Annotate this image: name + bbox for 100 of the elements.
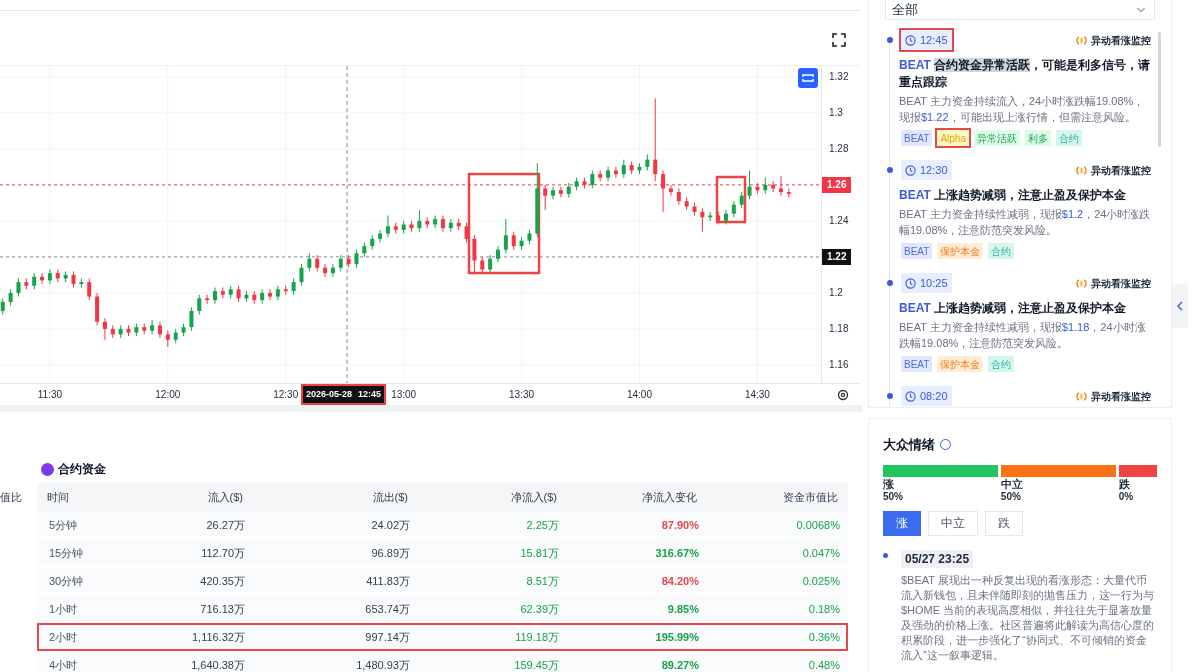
column-header: 资金市值比 <box>782 489 838 505</box>
price-axis-label: 1.16 <box>829 359 849 371</box>
table-cell-text: 8.51万 <box>525 573 559 589</box>
table-cell-text: 2.25万 <box>525 517 559 533</box>
candlestick <box>653 97 658 182</box>
column-header: 净流入变化 <box>641 489 697 505</box>
signal-icon <box>1076 34 1087 46</box>
candlestick <box>268 288 273 301</box>
candlestick <box>700 207 705 233</box>
candlestick <box>433 214 438 229</box>
column-header: 流入($) <box>206 489 243 505</box>
alert-body: BEAT 主力资金持续流入，24小时涨跌幅19.08%，现报$1.22，可能出现上涨行情，但需注意风险。 <box>899 94 1146 125</box>
sentiment-percent: 50% <box>1000 490 1022 503</box>
candlestick <box>354 249 359 269</box>
candlestick <box>323 263 328 278</box>
clock-icon <box>905 277 916 289</box>
candlestick <box>440 214 445 233</box>
table-cell-text: 716.13万 <box>199 601 245 617</box>
tag: 保护本金 <box>935 241 986 261</box>
table-cell-text: 87.90% <box>661 517 699 533</box>
crosshair-time: 12:45 <box>358 387 382 401</box>
time-axis-label: 14:00 <box>625 389 653 401</box>
swap-arrows-icon <box>802 73 814 83</box>
candlestick <box>87 278 92 301</box>
sentiment-tab[interactable]: 跌 <box>985 510 1023 536</box>
tag: 异常活跃 <box>971 128 1022 148</box>
candlestick <box>590 169 595 189</box>
table-cell-text: 997.14万 <box>364 629 410 645</box>
candlestick <box>786 187 791 198</box>
signal-icon <box>1076 164 1087 176</box>
sentiment-label: 中立 <box>1000 477 1024 491</box>
sentiment-tab[interactable]: 中立 <box>928 510 978 536</box>
candlestick <box>613 166 618 179</box>
alert-title: BEAT 上涨趋势减弱，注意止盈及保护本金 <box>899 187 1128 204</box>
candlestick <box>47 269 52 285</box>
alert-source: 异动看涨监控 <box>1091 276 1151 291</box>
table-cell-text: 1,480.93万 <box>355 657 410 672</box>
candlestick <box>488 254 493 274</box>
table-cell-text: 159.45万 <box>513 657 559 672</box>
table-cell-text: 30分钟 <box>49 573 85 589</box>
table-cell-text: 112.70万 <box>200 545 245 561</box>
table-cell-text: 195.99% <box>655 629 699 645</box>
table-cell-text: 9.85% <box>667 601 699 617</box>
table-cell-text: 26.27万 <box>205 517 245 533</box>
price-axis-label: 1.2 <box>829 286 843 299</box>
candlestick <box>385 214 390 238</box>
tag: 合约 <box>986 354 1017 374</box>
clock-icon <box>905 164 916 176</box>
table-cell-text: 119.18万 <box>514 629 559 645</box>
tag: 合约 <box>1053 128 1084 148</box>
alert-source: 异动看涨监控 <box>1091 389 1151 404</box>
post-text: $BEAT 展现出一种反复出现的看涨形态：大量代币流入新钱包，且未伴随即刻的抛售压力，这一行为与 $HOME 当前的表现高度相似，并往往先于显著放量及强劲的价格上涨。社区普遍将此解读为高信心度的积累阶段，进一步强化了“协同式、不可倾销的资金流入”这一叙事逻辑。 <box>901 572 1155 663</box>
table-cell-text: 24.02万 <box>370 517 410 533</box>
sentiment-percent: 0% <box>1118 490 1135 503</box>
time-axis-label: 13:00 <box>390 389 418 401</box>
table-cell-text: 89.27% <box>661 657 699 672</box>
post-time: 05/27 23:25 <box>901 549 974 568</box>
candlestick <box>543 184 548 211</box>
alert-body: BEAT 主力资金持续性减弱，现报$1.18，24小时涨跌幅19.08%，注意防范突发风险。 <box>899 320 1147 351</box>
column-header: 流出($) <box>371 489 408 505</box>
column-header: 值比 <box>0 489 23 505</box>
reset-view-button[interactable] <box>798 68 818 88</box>
table-cell-text: 5分钟 <box>49 517 79 533</box>
candlestick <box>16 278 21 298</box>
tag: 利多 <box>1022 128 1053 148</box>
section-title: 合约资金 <box>58 461 106 478</box>
tag: BEAT <box>899 354 935 374</box>
filter-select[interactable]: 全部 <box>885 0 1155 20</box>
candlestick <box>220 287 225 299</box>
sentiment-label: 涨 <box>883 477 895 491</box>
alert-time: 10:25 <box>920 275 948 291</box>
alert-source: 异动看涨监控 <box>1091 163 1151 178</box>
candlestick <box>511 231 516 251</box>
candlestick <box>197 294 202 316</box>
crosshair-date: 2026-05-28 <box>306 387 353 401</box>
highlight-frame <box>715 175 747 224</box>
price-marker-label: 1.22 <box>822 248 852 265</box>
candlestick <box>464 222 469 244</box>
candlestick <box>417 209 422 233</box>
sentiment-tab[interactable]: 涨 <box>883 510 921 536</box>
candlestick <box>551 186 556 200</box>
table-cell-text: 653.74万 <box>364 601 410 617</box>
tag: 保护本金 <box>935 354 986 374</box>
column-header: 时间 <box>47 489 70 505</box>
time-axis-label: 13:30 <box>508 389 536 401</box>
tag: BEAT <box>899 241 935 261</box>
time-axis-label: 14:30 <box>743 389 771 401</box>
candlestick <box>102 317 107 341</box>
fullscreen-icon[interactable] <box>832 33 846 47</box>
price-marker-label: 1.26 <box>822 176 852 193</box>
candlestick <box>378 229 383 244</box>
time-axis-label: 12:00 <box>154 389 182 401</box>
candlestick <box>330 263 335 278</box>
settings-icon[interactable] <box>837 389 849 401</box>
price-axis-label: 1.32 <box>829 70 849 83</box>
table-cell-text: 96.89万 <box>370 545 410 561</box>
table-cell-text: 15分钟 <box>49 545 85 561</box>
candlestick <box>747 169 752 200</box>
sentiment-label: 跌 <box>1118 477 1131 491</box>
chevron-left-icon <box>1177 301 1183 311</box>
